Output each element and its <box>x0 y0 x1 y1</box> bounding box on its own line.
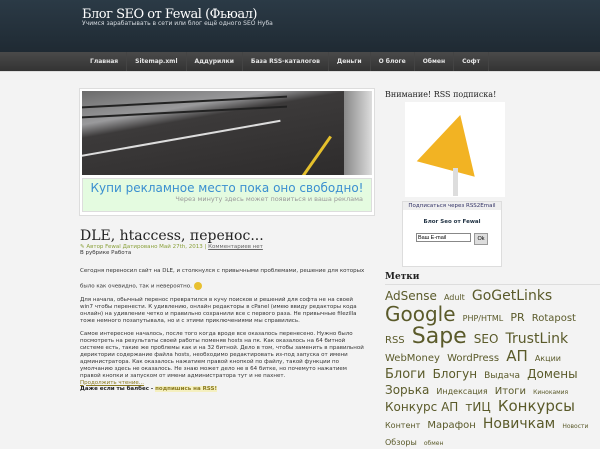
ad-banner[interactable]: Купи рекламное место пока оно свободно! … <box>79 88 375 216</box>
tag-link[interactable]: WordPress <box>447 353 499 364</box>
tag-link[interactable]: Rotapost <box>532 313 576 324</box>
tag-link[interactable]: AdSense <box>385 289 437 303</box>
text-line: win7 чтобы перенести. К удивлению, онлай… <box>80 303 357 310</box>
rss-call: Даже если ты балбес - подпишись на RSS! <box>80 385 380 392</box>
post-title[interactable]: DLE, htaccess, перенос... <box>80 228 380 244</box>
smiley-icon <box>193 282 202 290</box>
text-line: умолчанию здесь не оказалось. Не знаю мо… <box>80 365 347 372</box>
rss-sign-icon[interactable] <box>405 102 505 197</box>
blog-post: DLE, htaccess, перенос... ✎ Автор Fewal … <box>80 228 380 392</box>
comments-link[interactable]: Комментариев нет <box>208 244 263 250</box>
text-line: Сегодня переносил сайт на DLE, и столкну… <box>80 268 365 274</box>
tag-link[interactable]: Sape <box>412 324 467 349</box>
nav-item-about[interactable]: О блоге <box>371 52 415 71</box>
text-line: тоже немного позапутывала, но и с этими … <box>80 317 300 324</box>
paragraph-2: Для начала, обычный перенос превратился … <box>80 297 380 325</box>
tag-link[interactable]: PR <box>510 311 524 324</box>
main-nav: Главная Sitemap.xml Аддурилки База RSS-к… <box>0 52 600 72</box>
tag-link[interactable]: Новичкам <box>483 416 555 432</box>
ad-headline: Купи рекламное место пока оно свободно! <box>90 181 364 195</box>
subscribe-header[interactable]: Подписаться через RSS2Email <box>403 202 501 210</box>
ad-text-box[interactable]: Купи рекламное место пока оно свободно! … <box>82 178 372 212</box>
tag-link[interactable]: Домены <box>527 367 577 381</box>
tags-title: Метки <box>385 272 600 285</box>
paragraph-1: Сегодня переносил сайт на DLE, и столкну… <box>80 268 380 291</box>
ad-subline: Через минуту здесь может появиться и ваш… <box>175 195 363 203</box>
rss-widget-title: Внимание! RSS подписка! <box>385 90 497 99</box>
site-header: Блог SEO от Fewal (Фьюал) Учимся зарабат… <box>0 0 600 52</box>
tag-link[interactable]: Конкурс АП <box>385 400 458 414</box>
text-line: дериктории содержание файла hosts, необх… <box>80 351 348 358</box>
tag-link[interactable]: Контент <box>385 421 420 430</box>
tag-link[interactable]: WebMoney <box>385 353 440 364</box>
tag-link[interactable]: Итоги <box>495 386 526 398</box>
tag-cloud-widget: Метки AdSense Adult GoGetLinks Google PH… <box>385 272 600 449</box>
nav-item-addurl[interactable]: Аддурилки <box>187 52 243 71</box>
nav-item-money[interactable]: Деньги <box>329 52 371 71</box>
paragraph-3: Самое интересное началось, после того ко… <box>80 331 380 380</box>
text-line: Для начала, обычный перенос превратился … <box>80 296 353 303</box>
road-image <box>82 91 372 175</box>
tag-link[interactable]: Индексация <box>436 387 487 396</box>
email-subscribe-box: Подписаться через RSS2Email Блог Seo от … <box>402 201 502 267</box>
rss-prefix: Даже если ты балбес - <box>80 385 154 392</box>
tag-cloud: AdSense Adult GoGetLinks Google PHP/HTML… <box>385 287 600 449</box>
tag-link[interactable]: Выдача <box>484 371 520 381</box>
text-line: правой кнопки и запуском от имени админи… <box>80 372 286 379</box>
tag-link[interactable]: Марафон <box>427 420 475 431</box>
tag-link[interactable]: TrustLink <box>506 331 569 347</box>
tag-link[interactable]: Блогун <box>433 367 478 381</box>
text-line: администратора. Как оказалось нажатием п… <box>80 358 339 365</box>
tag-link[interactable]: GoGetLinks <box>472 288 552 304</box>
ok-button[interactable]: Ok <box>474 233 488 245</box>
text-line: системе есть, такие же проблемы как и на… <box>80 344 364 351</box>
blog-name: Блог Seo от Fewal <box>423 219 481 225</box>
tag-link[interactable]: Новости <box>562 423 588 430</box>
rss-subscribe-link[interactable]: подпишись на RSS! <box>155 385 217 392</box>
tag-link[interactable]: Обзоры <box>385 438 417 447</box>
tag-link[interactable]: PHP/HTML <box>463 314 504 323</box>
tag-link[interactable]: АП <box>506 347 528 365</box>
tag-link[interactable]: обмен <box>424 440 444 447</box>
nav-item-sitemap[interactable]: Sitemap.xml <box>127 52 187 71</box>
tag-link[interactable]: Google <box>385 302 456 326</box>
tag-link[interactable]: Кинокамия <box>533 389 568 396</box>
nav-item-home[interactable]: Главная <box>82 52 128 71</box>
tag-link[interactable]: Блоги <box>385 367 425 382</box>
tag-link[interactable]: Зорька <box>385 383 429 397</box>
tag-link[interactable]: RSS <box>385 335 405 346</box>
text-line: онлайн) на удивление четко и правильно с… <box>80 310 357 317</box>
text-line: посмотреть на результаты своей работы по… <box>80 337 346 344</box>
sidebar: Внимание! RSS подписка! <box>385 90 600 99</box>
tag-link[interactable]: Акции <box>535 354 561 363</box>
post-category[interactable]: В рубрике Работа <box>80 250 380 256</box>
text-line: было как очевидно, так и невероятно. <box>80 283 192 290</box>
tag-link[interactable]: Adult <box>444 293 465 302</box>
nav-item-soft[interactable]: Софт <box>454 52 490 71</box>
tag-link[interactable]: SEO <box>474 332 499 346</box>
tag-link[interactable]: тИЦ <box>465 400 490 414</box>
email-input[interactable] <box>416 233 471 242</box>
text-line: Самое интересное началось, после того ко… <box>80 330 353 337</box>
nav-item-exchange[interactable]: Обмен <box>415 52 455 71</box>
site-tagline: Учимся зарабатывать в сети или блог ещё … <box>82 20 273 27</box>
nav-item-rss-catalogs[interactable]: База RSS-каталогов <box>243 52 329 71</box>
